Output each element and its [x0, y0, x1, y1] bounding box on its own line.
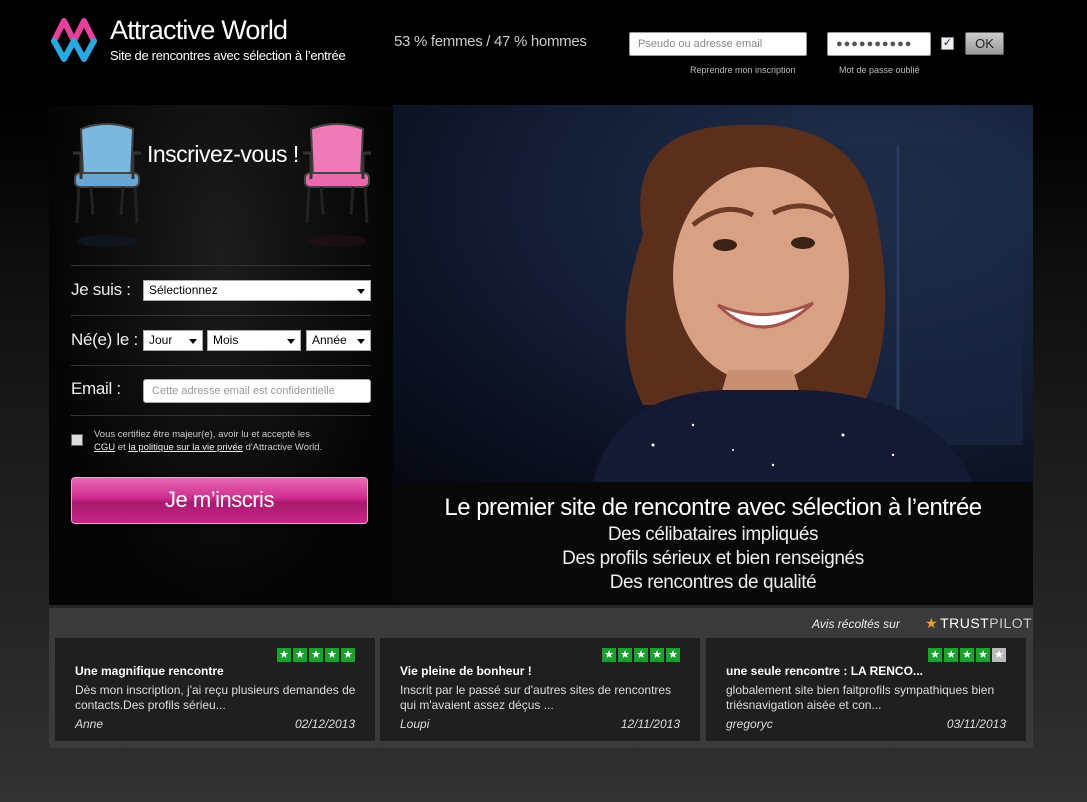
privacy-policy-link[interactable]: la politique sur la vie privée	[128, 442, 243, 453]
pink-chair-image	[303, 123, 371, 247]
terms-text-and: et	[117, 442, 126, 453]
divider	[71, 415, 371, 416]
reviews-source-label: Avis récoltés sur	[812, 617, 900, 631]
review-card[interactable]: ★ ★ ★ ★ ★ une seule rencontre : LA RENCO... …	[706, 638, 1026, 741]
reviews-section: Avis récoltés sur ★ TRUSTPILOT ★ ★ ★ ★ ★ Une …	[49, 608, 1033, 748]
gender-select[interactable]: Sélectionnez	[143, 280, 371, 301]
star-icon: ★	[293, 648, 307, 662]
star-icon: ★	[960, 648, 974, 662]
star-icon: ★	[944, 648, 958, 662]
rating-stars: ★ ★ ★ ★ ★	[277, 648, 355, 662]
chevron-down-icon	[357, 339, 365, 344]
review-text: globalement site bien faitprofils sympat…	[726, 683, 995, 712]
star-icon: ★	[277, 648, 291, 662]
review-text: Inscrit par le passé sur d'autres sites …	[400, 683, 672, 712]
review-author: gregoryc	[726, 717, 773, 731]
divider	[71, 265, 371, 266]
review-date: 02/12/2013	[294, 717, 355, 731]
star-icon: ★	[650, 648, 664, 662]
review-card[interactable]: ★ ★ ★ ★ ★ Une magnifique rencontre Dès mon i…	[55, 638, 375, 741]
signup-form: Inscrivez-vous ! Je suis : Sélectionnez …	[49, 105, 393, 605]
gender-label: Je suis :	[71, 280, 131, 299]
star-icon: ★	[928, 648, 942, 662]
header: Attractive World Site de rencontres avec…	[0, 0, 1087, 100]
gender-select-value: Sélectionnez	[149, 283, 218, 297]
resume-signup-link[interactable]: Reprendre mon inscription	[690, 65, 796, 75]
forgot-password-link[interactable]: Mot de passe oublié	[839, 65, 920, 75]
rating-stars: ★ ★ ★ ★ ★	[602, 648, 680, 662]
terms-text: Vous certifiez être majeur(e), avoir lu …	[94, 428, 354, 454]
divider	[71, 365, 371, 366]
signup-button[interactable]: Je m’inscris	[71, 477, 368, 524]
review-title: Une magnifique rencontre	[75, 664, 224, 678]
login-button[interactable]: OK	[965, 32, 1004, 55]
star-icon: ★	[325, 648, 339, 662]
year-select-value: Année	[312, 333, 347, 347]
hero-line-quality: Des rencontres de qualité	[609, 572, 817, 593]
chevron-down-icon	[189, 339, 197, 344]
star-icon: ★	[666, 648, 680, 662]
trustpilot-star-icon: ★	[925, 615, 939, 631]
trustpilot-logo[interactable]: ★ TRUSTPILOT	[925, 615, 1032, 632]
day-select[interactable]: Jour	[143, 330, 203, 351]
birthdate-label: Né(e) le :	[71, 330, 138, 349]
review-author: Anne	[75, 717, 104, 731]
logo-icon	[51, 18, 97, 62]
star-icon: ★	[341, 648, 355, 662]
terms-text-intro: Vous certifiez être majeur(e), avoir lu …	[94, 429, 310, 440]
password-input[interactable]: ●●●●●●●●●●	[827, 32, 931, 56]
hero-line-profiles: Des profils sérieux et bien renseignés	[562, 548, 864, 569]
logo[interactable]: Attractive World Site de rencontres avec…	[48, 15, 348, 70]
review-title: une seule rencontre : LA RENCO...	[726, 664, 923, 678]
review-date: 03/11/2013	[946, 717, 1006, 731]
day-select-value: Jour	[149, 333, 173, 347]
email-field[interactable]: Cette adresse email est confidentielle	[143, 379, 371, 403]
login-input[interactable]: Pseudo ou adresse email	[629, 32, 807, 56]
remember-checkbox[interactable]: ✓	[941, 37, 954, 50]
signup-title: Inscrivez-vous !	[147, 141, 299, 167]
main-panel: Inscrivez-vous ! Je suis : Sélectionnez …	[49, 105, 1033, 605]
review-title: Vie pleine de bonheur !	[400, 664, 532, 678]
month-select[interactable]: Mois	[207, 330, 301, 351]
logo-subtitle: Site de rencontres avec sélection à l’en…	[110, 48, 346, 63]
star-icon: ★	[602, 648, 616, 662]
month-select-value: Mois	[213, 333, 239, 347]
review-date: 12/11/2013	[620, 717, 680, 731]
star-icon: ★	[634, 648, 648, 662]
hero-line-committed: Des célibataires impliqués	[607, 524, 819, 545]
woman-portrait-image	[593, 124, 1023, 482]
trustpilot-logo-trust: TRUST	[940, 615, 990, 631]
hero-headline: Le premier site de rencontre avec sélect…	[444, 494, 982, 521]
rating-stars: ★ ★ ★ ★ ★	[928, 648, 1006, 662]
gender-ratio: 53 % femmes / 47 % hommes	[394, 33, 587, 50]
star-empty-icon: ★	[992, 648, 1006, 662]
terms-checkbox[interactable]	[71, 434, 83, 446]
terms-text-end: d'Attractive World.	[245, 442, 323, 453]
review-card[interactable]: ★ ★ ★ ★ ★ Vie pleine de bonheur ! Inscrit pa…	[380, 638, 700, 741]
chevron-down-icon	[287, 339, 295, 344]
year-select[interactable]: Année	[306, 330, 371, 351]
trustpilot-logo-pilot: PILOT	[989, 615, 1033, 631]
blue-chair-image	[73, 123, 141, 247]
email-label: Email :	[71, 379, 121, 398]
star-icon: ★	[309, 648, 323, 662]
cgu-link[interactable]: CGU	[94, 442, 115, 453]
hero-caption: Le premier site de rencontre avec sélect…	[393, 482, 1033, 605]
chevron-down-icon	[357, 289, 365, 294]
review-text: Dès mon inscription, j'ai reçu plusieurs…	[75, 683, 356, 712]
hero-photo	[393, 105, 1033, 482]
divider	[71, 315, 371, 316]
logo-title: Attractive World	[110, 15, 288, 45]
star-icon: ★	[618, 648, 632, 662]
review-author: Loupi	[400, 717, 430, 731]
star-icon: ★	[976, 648, 990, 662]
